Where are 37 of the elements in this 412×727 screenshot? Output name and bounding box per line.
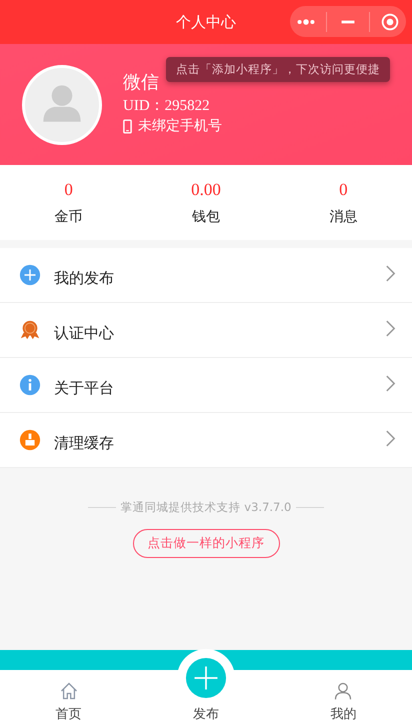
menu-label: 认证中心 — [54, 324, 115, 342]
stat-value[interactable]: 0.00 — [191, 180, 221, 200]
menu-item[interactable]: 认证中心 — [0, 303, 412, 358]
page-title: 个人中心 — [176, 12, 236, 32]
stat-label[interactable]: 钱包 — [192, 208, 220, 226]
tooltip: 点击「添加小程序」，下次访问更便捷 — [166, 57, 390, 82]
add-icon — [184, 657, 227, 699]
chevron-right-icon — [385, 428, 396, 448]
stat-value[interactable]: 0 — [64, 180, 73, 200]
tab-item[interactable]: 首页 — [0, 670, 138, 727]
stat-label[interactable]: 消息 — [329, 208, 358, 226]
chevron-right-icon — [385, 318, 396, 338]
menu-label: 关于平台 — [54, 378, 115, 398]
user-id: UID：295822 — [123, 97, 211, 115]
tab-label: 我的 — [330, 706, 356, 723]
user-name: 微信 — [123, 71, 160, 94]
chevron-right-icon — [385, 374, 396, 392]
chevron-right-icon — [385, 264, 396, 282]
stat-label[interactable]: 金币 — [54, 208, 83, 226]
credit-text: 掌通同城提供技术支持 v3.7.7.0 — [120, 500, 292, 515]
tab-label: 发布 — [192, 706, 219, 723]
tab-label: 首页 — [56, 706, 82, 723]
info-icon — [19, 374, 41, 396]
menu-label: 我的发布 — [54, 268, 115, 288]
broom-icon — [19, 429, 41, 451]
stat-value[interactable]: 0 — [339, 180, 348, 200]
menu-item[interactable]: 我的发布 — [0, 248, 412, 303]
badge-icon — [19, 319, 41, 341]
user-icon — [333, 681, 354, 701]
phone-icon — [123, 118, 132, 134]
menu-label: 清理缓存 — [54, 434, 115, 452]
plus-icon — [19, 264, 41, 286]
tab-item[interactable]: 我的 — [274, 670, 412, 727]
tab-item[interactable]: 发布 — [137, 644, 275, 727]
home-icon — [58, 681, 79, 701]
menu-item[interactable]: 关于平台 — [0, 358, 412, 413]
menu-item[interactable]: 清理缓存 — [0, 413, 412, 468]
